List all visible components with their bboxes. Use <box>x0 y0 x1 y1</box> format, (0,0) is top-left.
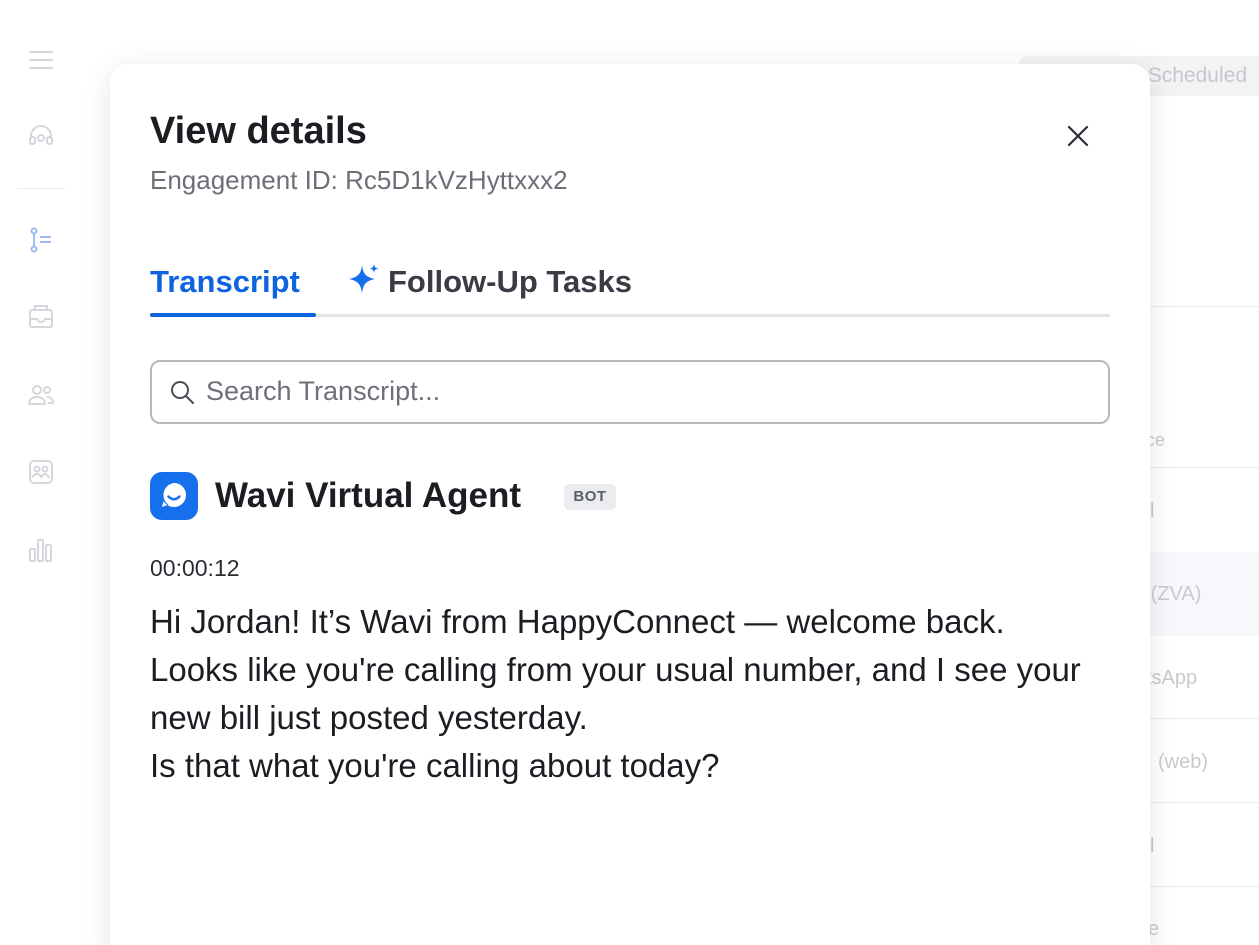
contacts-icon[interactable] <box>26 457 56 487</box>
sparkle-icon <box>349 264 379 294</box>
active-tab-indicator <box>150 313 316 317</box>
modal-title: View details <box>150 110 367 152</box>
chat-bubble-icon <box>162 483 186 507</box>
menu-icon[interactable] <box>26 45 56 75</box>
scheduled-tab-label: Scheduled <box>1147 64 1247 87</box>
message-line: Hi Jordan! It’s Wavi from HappyConnect —… <box>150 603 1005 640</box>
engagement-id: Engagement ID: Rc5D1kVzHyttxxx2 <box>150 165 568 195</box>
close-button[interactable] <box>1056 114 1100 158</box>
users-icon[interactable] <box>26 380 56 410</box>
tab-follow-up-tasks-label: Follow-Up Tasks <box>388 264 633 299</box>
engagements-icon[interactable] <box>26 225 56 255</box>
sender-name: Wavi Virtual Agent <box>215 476 521 515</box>
sidebar <box>0 0 81 945</box>
inbox-icon[interactable] <box>26 302 56 332</box>
bg-row-text: tsApp <box>1146 667 1198 689</box>
search-icon <box>171 381 194 404</box>
avatar <box>150 472 198 520</box>
message-timestamp: 00:00:12 <box>150 555 240 581</box>
close-icon <box>1067 125 1089 147</box>
tab-transcript[interactable]: Transcript <box>150 260 316 317</box>
bg-row-text: l <box>1150 500 1155 522</box>
message-line: Is that what you're calling about today? <box>150 747 720 784</box>
tab-bar: Transcript Follow-Up Tasks <box>150 260 1110 317</box>
sidebar-divider <box>17 188 65 189</box>
headset-icon[interactable] <box>26 122 56 152</box>
app-window: Scheduled ce l e (ZVA) tsApp (web) l e V… <box>0 0 1259 945</box>
search-input[interactable] <box>204 370 1088 412</box>
tab-follow-up-tasks[interactable]: Follow-Up Tasks <box>346 260 666 314</box>
bot-badge: BOT <box>564 484 616 510</box>
search-transcript-field[interactable] <box>150 360 1110 424</box>
bg-row-text: l <box>1150 835 1155 857</box>
bg-row-text: (web) <box>1158 751 1209 773</box>
view-details-modal: View details Engagement ID: Rc5D1kVzHytt… <box>110 64 1150 945</box>
message-line: Looks like you're calling from your usua… <box>150 651 1081 736</box>
analytics-icon[interactable] <box>26 535 56 565</box>
message-body: Hi Jordan! It’s Wavi from HappyConnect —… <box>150 598 1090 790</box>
tab-transcript-label: Transcript <box>150 264 300 299</box>
